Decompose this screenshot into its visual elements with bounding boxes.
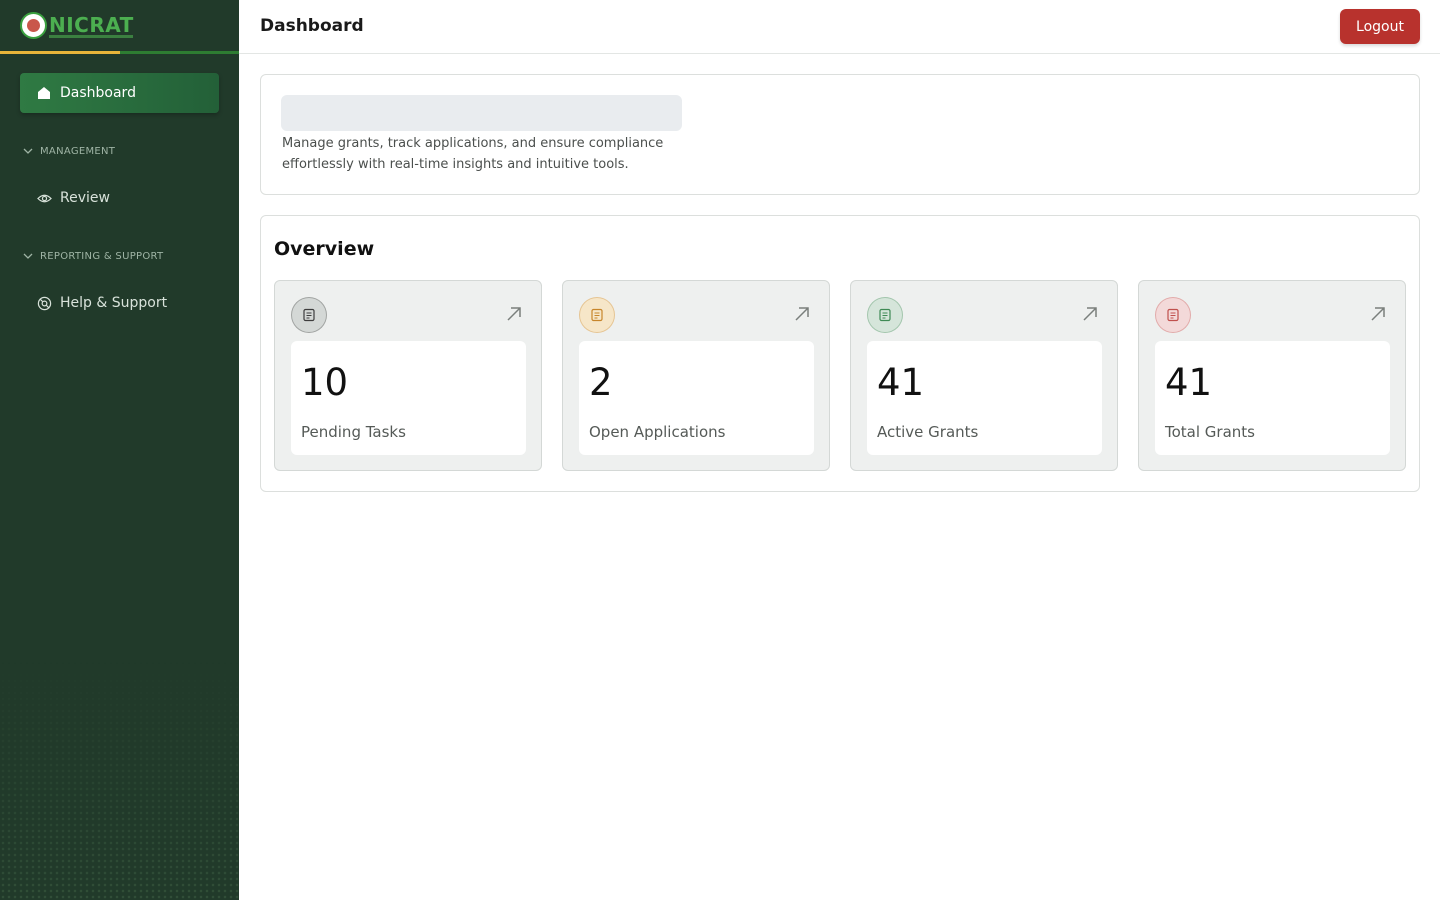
stat-value: 10 bbox=[301, 361, 349, 404]
arrow-up-right-icon[interactable] bbox=[505, 305, 523, 323]
document-icon bbox=[1155, 297, 1191, 333]
stat-card-total-grants[interactable]: 41 Total Grants bbox=[1138, 280, 1406, 471]
stat-value: 41 bbox=[877, 361, 925, 404]
stat-card-open-applications[interactable]: 2 Open Applications bbox=[562, 280, 830, 471]
stat-card-body: 41 Active Grants bbox=[867, 341, 1102, 455]
chevron-down-icon bbox=[23, 148, 33, 154]
top-header: Dashboard Logout bbox=[239, 0, 1440, 54]
stat-label: Pending Tasks bbox=[301, 423, 406, 441]
stat-card-active-grants[interactable]: 41 Active Grants bbox=[850, 280, 1118, 471]
sidebar-item-help-support[interactable]: Help & Support bbox=[36, 295, 167, 311]
arrow-up-right-icon[interactable] bbox=[1369, 305, 1387, 323]
stat-card-body: 10 Pending Tasks bbox=[291, 341, 526, 455]
stat-label: Open Applications bbox=[589, 423, 726, 441]
section-title: REPORTING & SUPPORT bbox=[40, 250, 164, 262]
logo-tagline-mark bbox=[49, 35, 133, 38]
welcome-card: Manage grants, track applications, and e… bbox=[260, 74, 1420, 195]
stat-label: Active Grants bbox=[877, 423, 979, 441]
sidebar-dot-pattern bbox=[0, 660, 239, 900]
home-icon bbox=[36, 85, 52, 101]
eye-icon bbox=[36, 190, 52, 206]
sidebar-item-label: Dashboard bbox=[60, 85, 136, 101]
overview-panel: Overview 10 Pending Tasks 2 Open Applica… bbox=[260, 215, 1420, 492]
loading-skeleton bbox=[281, 95, 682, 131]
stat-value: 41 bbox=[1165, 361, 1213, 404]
arrow-up-right-icon[interactable] bbox=[1081, 305, 1099, 323]
sidebar: NICRAT Dashboard MANAGEMENT Review REPOR… bbox=[0, 0, 239, 900]
arrow-up-right-icon[interactable] bbox=[793, 305, 811, 323]
chevron-down-icon bbox=[23, 253, 33, 259]
logo-divider-accent bbox=[0, 51, 120, 54]
sidebar-item-review[interactable]: Review bbox=[36, 190, 110, 206]
logout-button[interactable]: Logout bbox=[1340, 9, 1420, 44]
logo-emblem-icon bbox=[20, 12, 47, 39]
sidebar-item-label: Review bbox=[60, 190, 110, 206]
document-icon bbox=[579, 297, 615, 333]
stat-card-body: 2 Open Applications bbox=[579, 341, 814, 455]
stat-card-body: 41 Total Grants bbox=[1155, 341, 1390, 455]
stat-value: 2 bbox=[589, 361, 613, 404]
page-title: Dashboard bbox=[260, 16, 364, 36]
document-icon bbox=[291, 297, 327, 333]
stat-label: Total Grants bbox=[1165, 423, 1255, 441]
section-toggle-reporting-support[interactable]: REPORTING & SUPPORT bbox=[22, 250, 163, 262]
sidebar-item-dashboard[interactable]: Dashboard bbox=[20, 73, 219, 113]
sidebar-item-label: Help & Support bbox=[60, 295, 168, 311]
logo[interactable]: NICRAT bbox=[0, 0, 239, 54]
welcome-description: Manage grants, track applications, and e… bbox=[282, 136, 664, 172]
section-toggle-management[interactable]: MANAGEMENT bbox=[22, 145, 115, 157]
brand-name: NICRAT bbox=[49, 13, 134, 37]
section-title: MANAGEMENT bbox=[40, 145, 116, 157]
overview-title: Overview bbox=[274, 238, 375, 260]
document-icon bbox=[867, 297, 903, 333]
stat-card-pending-tasks[interactable]: 10 Pending Tasks bbox=[274, 280, 542, 471]
support-icon bbox=[36, 295, 52, 311]
